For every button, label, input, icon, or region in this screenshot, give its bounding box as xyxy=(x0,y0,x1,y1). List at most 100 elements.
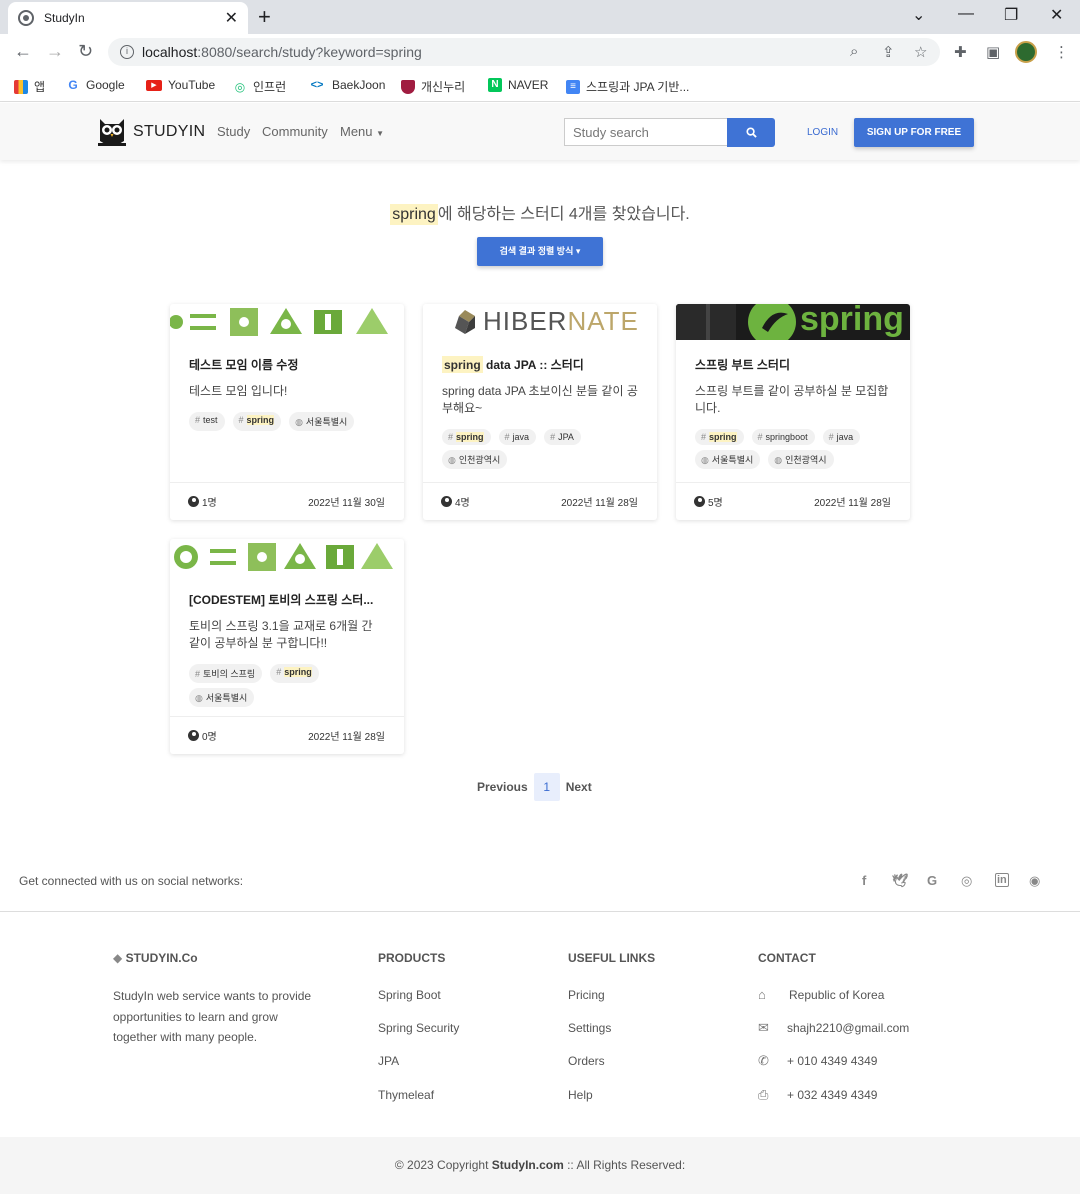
next-page-link[interactable]: Next xyxy=(566,780,592,794)
card-description: spring data JPA 초보이신 분들 같이 공부해요~ xyxy=(442,384,638,415)
brand-logo[interactable]: STUDYIN xyxy=(96,115,205,149)
bookmark-naver[interactable]: N NAVER xyxy=(488,78,548,92)
copyright-brand-link[interactable]: StudyIn.com xyxy=(492,1158,564,1172)
globe-icon: ◍ xyxy=(195,693,203,703)
globe-icon: ◍ xyxy=(448,455,456,465)
tag-chip[interactable]: # java xyxy=(498,429,537,445)
nav-menu-dropdown[interactable]: Menu ▼ xyxy=(340,124,384,139)
site-navbar: STUDYIN Study Community Menu ▼ Study sea… xyxy=(0,103,1080,160)
browser-tab-strip: StudyIn ✕ + ⌄ — ❐ ✕ xyxy=(0,0,1080,34)
menu-kebab-icon[interactable]: ⋮ xyxy=(1054,43,1069,61)
zoom-icon[interactable]: ⌕ xyxy=(850,43,858,60)
bookmark-star-icon[interactable]: ☆ xyxy=(914,43,927,61)
new-tab-icon[interactable]: + xyxy=(258,4,271,30)
bookmark-google[interactable]: G Google xyxy=(66,78,124,92)
study-card[interactable]: [CODESTEM] 토비의 스프링 스터... 토비의 스프링 3.1을 교재… xyxy=(170,539,404,754)
reload-icon[interactable]: ↻ xyxy=(78,41,93,62)
tag-chip[interactable]: # spring xyxy=(232,412,282,431)
youtube-icon: ▶ xyxy=(146,79,162,91)
extensions-icon[interactable]: ✚ xyxy=(954,43,967,61)
restore-icon[interactable]: ❐ xyxy=(1004,5,1018,25)
caret-down-icon: ▼ xyxy=(376,129,385,138)
github-icon[interactable]: ◉ xyxy=(1029,873,1040,889)
zone-chip[interactable]: ◍ 인천광역시 xyxy=(768,450,834,469)
footer-link-orders[interactable]: Orders xyxy=(568,1054,605,1068)
zone-chip[interactable]: ◍ 인천광역시 xyxy=(442,450,508,469)
window-close-icon[interactable]: ✕ xyxy=(1050,5,1063,25)
previous-page-link[interactable]: Previous xyxy=(477,780,528,794)
facebook-icon[interactable]: f xyxy=(862,873,866,888)
twitter-icon[interactable]: 🕊 xyxy=(892,873,909,889)
page-1[interactable]: 1 xyxy=(533,773,560,801)
sort-dropdown-button[interactable]: 검색 결과 정렬 방식 ▾ xyxy=(477,237,603,266)
url-text: localhost:8080/search/study?keyword=spri… xyxy=(142,44,422,60)
spring-wordmark: spring xyxy=(800,304,904,338)
bookmarks-bar: 앱 G Google ▶ YouTube ◎ 인프런 <> BaekJoon 개신누리 … xyxy=(0,70,1080,102)
tab-search-icon[interactable]: ⌄ xyxy=(912,5,925,25)
nav-community[interactable]: Community xyxy=(262,124,328,139)
tag-chip[interactable]: # java xyxy=(822,429,861,445)
minimize-icon[interactable]: — xyxy=(958,5,974,23)
card-title: spring data JPA :: 스터디 xyxy=(442,356,584,373)
tag-chip[interactable]: # 토비의 스프링 xyxy=(189,664,263,683)
member-count: 4명 xyxy=(441,494,470,509)
zone-chip[interactable]: ◍ 서울특별시 xyxy=(289,412,355,431)
social-bar: Get connected with us on social networks… xyxy=(0,860,1080,912)
zone-chip[interactable]: ◍ 서울특별시 xyxy=(695,450,761,469)
study-card[interactable]: spring 스프링 부트 스터디 스프링 부트를 같이 공부하실 분 모집합니… xyxy=(676,304,910,520)
study-search-input[interactable]: Study search xyxy=(564,118,728,146)
contact-phone: + 010 4349 4349 xyxy=(787,1054,878,1068)
member-count: 1명 xyxy=(188,494,217,509)
profile-avatar[interactable] xyxy=(1015,41,1037,63)
side-panel-icon[interactable]: ▣ xyxy=(986,43,1000,61)
search-button[interactable] xyxy=(727,118,775,147)
tag-chip[interactable]: # JPA xyxy=(544,429,581,445)
nav-study[interactable]: Study xyxy=(217,124,250,139)
back-icon[interactable]: ← xyxy=(14,41,32,62)
footer-link-pricing[interactable]: Pricing xyxy=(568,988,605,1002)
hibernate-wordmark: HIBERNATE xyxy=(483,306,639,336)
signup-button[interactable]: SIGN UP FOR FREE xyxy=(854,118,974,147)
site-info-icon[interactable]: i xyxy=(120,45,134,59)
globe-icon xyxy=(18,10,34,26)
footer-link-jpa[interactable]: JPA xyxy=(378,1054,399,1068)
card-hibernate-image: HIBERNATE xyxy=(423,304,657,340)
footer-link-settings[interactable]: Settings xyxy=(568,1021,611,1035)
browser-tab[interactable]: StudyIn ✕ xyxy=(8,2,248,34)
google-icon[interactable]: G xyxy=(927,873,937,888)
bookmark-spring-jpa[interactable]: ≡ 스프링과 JPA 기반... xyxy=(566,78,689,95)
footer-link-thymeleaf[interactable]: Thymeleaf xyxy=(378,1088,434,1102)
tag-chip[interactable]: # spring xyxy=(442,429,491,445)
bookmark-gaesin[interactable]: 개신누리 xyxy=(401,78,465,95)
footer-link-spring-security[interactable]: Spring Security xyxy=(378,1021,459,1035)
study-card[interactable]: 테스트 모임 이름 수정 테스트 모임 입니다! # test # spring ◍… xyxy=(170,304,404,520)
login-link[interactable]: LOGIN xyxy=(807,127,838,138)
footer-link-spring-boot[interactable]: Spring Boot xyxy=(378,988,441,1002)
bookmark-youtube[interactable]: ▶ YouTube xyxy=(146,78,215,92)
close-tab-icon[interactable]: ✕ xyxy=(225,8,238,28)
tag-chip[interactable]: # springboot xyxy=(751,429,815,445)
linkedin-icon[interactable]: in xyxy=(995,873,1009,887)
social-text: Get connected with us on social networks… xyxy=(19,874,244,888)
globe-icon: ◍ xyxy=(295,417,303,427)
keyword-highlight: spring xyxy=(390,204,438,225)
omnibox[interactable]: i localhost:8080/search/study?keyword=sp… xyxy=(108,38,940,66)
contact-address: Republic of Korea xyxy=(789,988,885,1002)
tag-chip[interactable]: # spring xyxy=(270,664,319,683)
phone-icon: ✆ xyxy=(758,1053,769,1068)
instagram-icon[interactable]: ◎ xyxy=(961,873,972,889)
forward-icon[interactable]: → xyxy=(46,41,64,62)
bookmark-baekjoon[interactable]: <> BaekJoon xyxy=(308,78,386,92)
card-date: 2022년 11월 28일 xyxy=(814,498,891,509)
apps-grid-icon xyxy=(14,79,28,94)
study-card[interactable]: HIBERNATE spring data JPA :: 스터디 spring … xyxy=(423,304,657,520)
footer-link-help[interactable]: Help xyxy=(568,1088,593,1102)
bookmark-inflearn[interactable]: ◎ 인프런 xyxy=(233,78,286,95)
card-spring-image: spring xyxy=(676,304,910,340)
zone-chip[interactable]: ◍ 서울특별시 xyxy=(189,688,255,707)
bookmark-apps[interactable]: 앱 xyxy=(14,78,45,95)
code-icon: <> xyxy=(310,79,324,91)
tag-chip[interactable]: # spring xyxy=(695,429,744,445)
share-icon[interactable]: ⇪ xyxy=(882,43,895,61)
tag-chip[interactable]: # test xyxy=(189,412,225,431)
